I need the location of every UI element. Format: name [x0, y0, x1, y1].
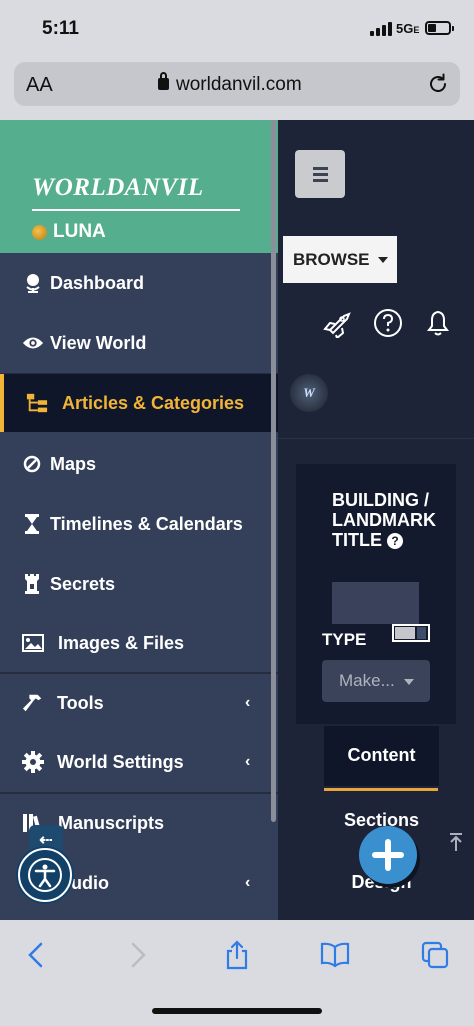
- text-size-button[interactable]: AA: [26, 74, 53, 97]
- reload-icon[interactable]: [426, 72, 450, 96]
- chevron-left-icon: ‹: [245, 874, 251, 891]
- building-title-panel: BUILDING / LANDMARK TITLE ? TYPE Make...: [296, 464, 456, 724]
- sidebar-item-label: Articles & Categories: [62, 392, 245, 413]
- sitemap-icon: [26, 392, 48, 414]
- help-circle-icon[interactable]: [372, 308, 404, 338]
- chevron-left-icon: ‹: [245, 694, 251, 711]
- accessibility-button[interactable]: [18, 848, 72, 902]
- field-label: BUILDING / LANDMARK TITLE ?: [332, 490, 450, 550]
- status-time: 5:11: [42, 18, 79, 39]
- sidebar-item-articles-categories[interactable]: Articles & Categories: [0, 374, 278, 432]
- scroll-to-top-icon[interactable]: [448, 832, 464, 852]
- gear-icon: [22, 751, 44, 773]
- image-icon: [22, 632, 44, 654]
- sidebar-item-label: Secrets: [50, 573, 116, 594]
- share-icon[interactable]: [222, 940, 252, 970]
- back-icon[interactable]: [22, 940, 52, 970]
- battery-icon: [425, 21, 454, 35]
- moon-icon: [32, 224, 47, 240]
- toggle-track: [417, 627, 426, 639]
- caret-down-icon: [377, 256, 388, 263]
- hourglass-icon: [21, 513, 43, 535]
- type-select[interactable]: Make...: [322, 660, 430, 702]
- type-toggle[interactable]: [392, 624, 430, 642]
- network-indicator: 5GE: [396, 21, 419, 36]
- hamburger-line: [312, 166, 328, 170]
- sidebar-item-label: Maps: [50, 453, 97, 474]
- hammer-icon: [22, 692, 44, 714]
- eye-icon: [22, 332, 44, 354]
- sidebar-item-label: Tools: [57, 692, 104, 713]
- help-icon[interactable]: ?: [387, 533, 404, 550]
- avatar[interactable]: W: [290, 374, 328, 412]
- bell-icon[interactable]: [422, 308, 454, 338]
- sidebar-brand: WORLDANVIL LUNA: [0, 120, 278, 253]
- world-name: LUNA: [53, 221, 106, 242]
- sidebar-item-label: Dashboard: [50, 272, 145, 293]
- sidebar-item-dashboard[interactable]: Dashboard: [0, 253, 278, 313]
- accessibility-icon: [28, 858, 62, 892]
- sidebar-item-label: Images & Files: [58, 632, 185, 653]
- add-fab-button[interactable]: [359, 826, 417, 884]
- sidebar: WORLDANVIL LUNA Dashboard View World Art…: [0, 120, 278, 920]
- home-indicator: [152, 1008, 322, 1014]
- sidebar-scrollbar[interactable]: [271, 120, 276, 822]
- sidebar-item-maps[interactable]: Maps: [0, 434, 278, 494]
- browse-label: BROWSE: [293, 249, 370, 269]
- globe-icon: [22, 272, 44, 294]
- field-title-text: BUILDING / LANDMARK TITLE: [332, 490, 436, 550]
- sidebar-item-label: World Settings: [57, 751, 184, 772]
- network-suffix: E: [413, 25, 420, 35]
- network-label: 5G: [396, 21, 414, 36]
- caret-down-icon: [404, 679, 414, 685]
- status-bar: 5:11 5GE: [0, 0, 474, 58]
- main-content: BROWSE W BUILDING / LANDMARK TITLE ? TYP…: [278, 120, 474, 920]
- tabs-icon[interactable]: [420, 940, 450, 970]
- topbar-icons: [322, 308, 454, 338]
- address-bar[interactable]: AA worldanvil.com: [14, 62, 460, 106]
- tab-content[interactable]: Content: [324, 726, 439, 786]
- building-title-input[interactable]: [332, 582, 419, 624]
- type-label: TYPE: [322, 630, 367, 649]
- sidebar-item-label: Timelines & Calendars: [50, 513, 243, 534]
- forward-icon[interactable]: [122, 940, 152, 970]
- sidebar-item-view-world[interactable]: View World: [0, 313, 278, 373]
- compass-icon: [21, 453, 43, 475]
- browse-dropdown[interactable]: BROWSE: [283, 236, 397, 283]
- sidebar-item-label: Manuscripts: [58, 812, 165, 833]
- logo-underline: [32, 209, 240, 211]
- text-size-label: AA: [26, 74, 53, 96]
- hamburger-line: [312, 178, 328, 182]
- world-selector[interactable]: LUNA: [32, 221, 106, 243]
- url-domain[interactable]: worldanvil.com: [176, 74, 302, 96]
- content-divider: [278, 438, 474, 439]
- signal-icon: [370, 22, 392, 36]
- sidebar-item-tools[interactable]: Tools ‹: [0, 674, 278, 732]
- sidebar-item-timelines[interactable]: Timelines & Calendars: [0, 494, 278, 554]
- lock-icon: [158, 72, 169, 90]
- chevron-left-icon: ‹: [245, 753, 251, 770]
- rocket-icon[interactable]: [322, 308, 354, 338]
- sidebar-item-world-settings[interactable]: World Settings ‹: [0, 732, 278, 792]
- type-select-value: Make...: [339, 671, 395, 690]
- avatar-initial: W: [303, 385, 315, 400]
- hamburger-line: [312, 172, 328, 176]
- sidebar-item-label: View World: [50, 332, 147, 353]
- address-bar-area: AA worldanvil.com: [0, 58, 474, 120]
- bookmarks-icon[interactable]: [320, 940, 350, 970]
- active-tab-indicator: [324, 788, 438, 791]
- worldanvil-logo[interactable]: WORLDANVIL: [32, 174, 204, 202]
- tower-icon: [21, 573, 43, 595]
- sidebar-item-images-files[interactable]: Images & Files: [0, 614, 278, 672]
- sidebar-item-secrets[interactable]: Secrets: [0, 554, 278, 614]
- menu-toggle-button[interactable]: [295, 150, 345, 198]
- toggle-knob: [395, 627, 415, 639]
